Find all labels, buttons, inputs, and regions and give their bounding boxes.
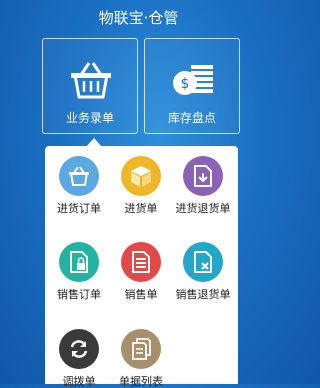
basket-icon: [71, 62, 111, 99]
svg-text:$: $: [181, 76, 190, 92]
module-inventory-count[interactable]: $ 库存盘点: [144, 38, 240, 134]
op-label: 调拨单: [62, 375, 96, 388]
op-label: 进货订单: [57, 202, 101, 215]
op-transfer-order[interactable]: 调拨单: [47, 329, 111, 388]
op-sales-return[interactable]: 销售退货单: [171, 242, 235, 301]
op-sales-slip[interactable]: 销售单: [109, 242, 173, 301]
inventory-coins-icon: $: [173, 65, 213, 95]
op-label: 进货退货单: [175, 202, 231, 215]
locked-document-icon: [59, 242, 99, 282]
op-label: 销售单: [124, 288, 158, 301]
cancel-document-icon: [183, 242, 223, 282]
module-label: 业务录单: [65, 111, 114, 125]
op-label: 进货单: [124, 202, 158, 215]
document-icon: [121, 242, 161, 282]
box-icon: [121, 156, 161, 196]
op-purchase-order[interactable]: 进货订单: [47, 156, 111, 215]
documents-list-icon: [121, 329, 161, 369]
transfer-arrows-icon: [59, 329, 99, 369]
operations-popup: 进货订单 进货单 进货退货单 销售订单 销售单 销售退货单 调拨单 单据列表: [45, 146, 238, 388]
op-label: 销售退货单: [175, 288, 231, 301]
basket-icon: [59, 156, 99, 196]
op-purchase-return[interactable]: 进货退货单: [171, 156, 235, 215]
op-label: 销售订单: [57, 288, 101, 301]
app-title: 物联宝·仓管: [98, 9, 179, 27]
op-documents-list[interactable]: 单据列表: [109, 329, 173, 388]
return-document-icon: [183, 156, 223, 196]
module-business-entry[interactable]: 业务录单: [42, 38, 138, 134]
module-label: 库存盘点: [167, 111, 216, 125]
op-purchase-receipt[interactable]: 进货单: [109, 156, 173, 215]
op-sales-order[interactable]: 销售订单: [47, 242, 111, 301]
op-label: 单据列表: [119, 375, 163, 388]
